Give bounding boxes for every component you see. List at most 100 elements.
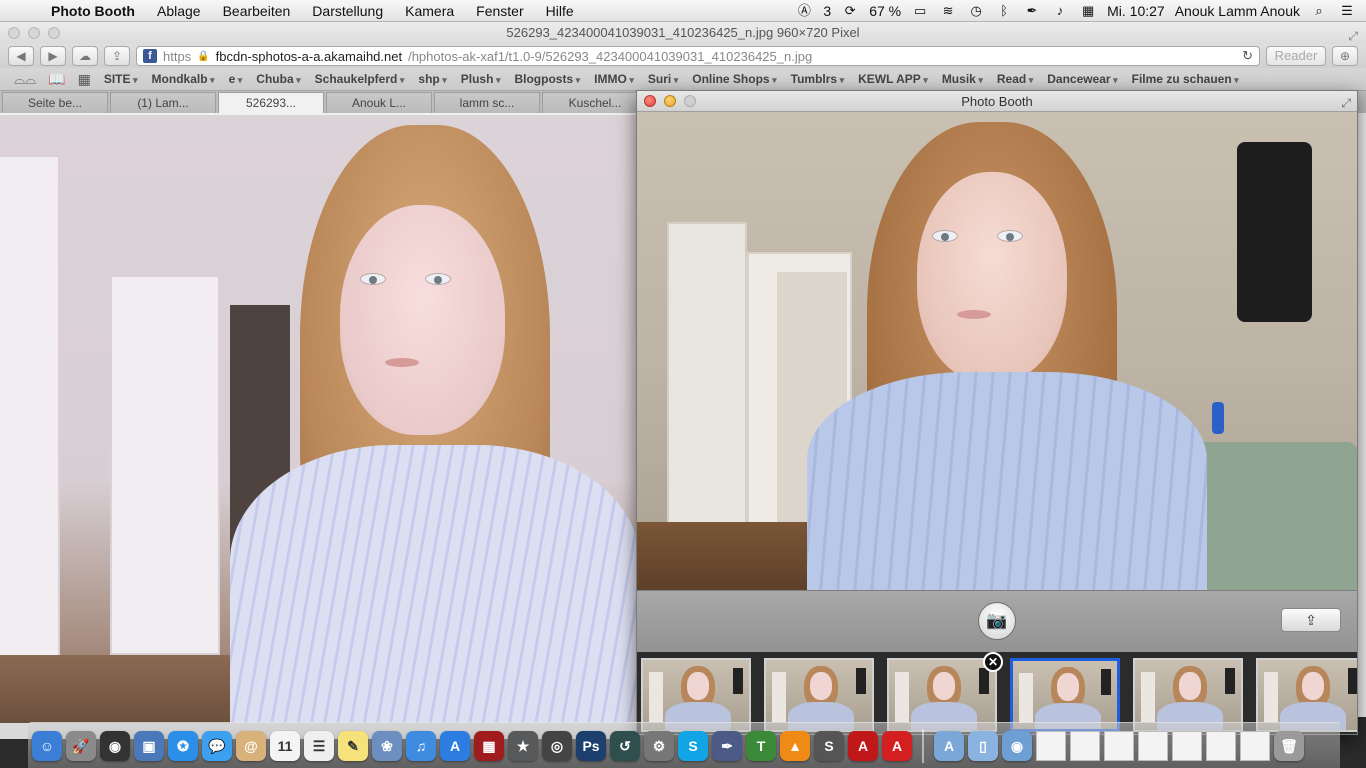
close-button[interactable] — [8, 27, 20, 39]
bookmark-read[interactable]: Read — [990, 72, 1040, 86]
menu-hilfe[interactable]: Hilfe — [535, 3, 585, 19]
minimized-window[interactable] — [1104, 730, 1134, 761]
minimized-window[interactable] — [1240, 730, 1270, 761]
finder-icon[interactable]: ☺ — [32, 730, 62, 761]
dashboard-icon[interactable]: ◉ — [100, 730, 130, 761]
battery-icon[interactable]: ▭ — [911, 3, 929, 19]
photo-thumbnail[interactable] — [1133, 658, 1243, 732]
time-machine-icon[interactable]: ↺ — [610, 730, 640, 761]
safari-icon[interactable]: ✪ — [168, 730, 198, 761]
bookmark-filme-zu-schauen[interactable]: Filme zu schauen — [1125, 72, 1246, 86]
sync-icon[interactable]: ⟳ — [841, 3, 859, 19]
volume-icon[interactable]: ♪ — [1051, 3, 1069, 19]
share-button[interactable]: ⇪ — [1281, 608, 1341, 632]
tutor-for-pages-icon[interactable]: T — [746, 730, 776, 761]
iphoto-icon[interactable]: ❀ — [372, 730, 402, 761]
photo-thumbnail[interactable] — [1256, 658, 1357, 732]
calendar-icon[interactable]: ▦ — [1079, 3, 1097, 19]
tab-lamm-1[interactable]: (1) Lam... — [110, 92, 216, 113]
bookmark-shp[interactable]: shp — [411, 72, 453, 86]
take-photo-button[interactable]: 📷 — [978, 602, 1016, 640]
fullscreen-icon[interactable]: ⤢ — [1348, 25, 1358, 47]
photo-thumbnail[interactable] — [1010, 658, 1120, 732]
bookmark-site[interactable]: SITE — [97, 72, 145, 86]
notification-center-icon[interactable]: ☰ — [1338, 3, 1356, 19]
address-bar[interactable]: f https 🔒 fbcdn-sphotos-a-a.akamaihd.net… — [136, 46, 1260, 66]
bookmark-plush[interactable]: Plush — [454, 72, 508, 86]
bookmark-tumblrs[interactable]: Tumblrs — [784, 72, 851, 86]
reload-icon[interactable]: ↻ — [1242, 48, 1253, 64]
preview-icon[interactable]: ▣ — [134, 730, 164, 761]
minimized-window[interactable] — [1206, 730, 1236, 761]
minimize-button[interactable] — [28, 27, 40, 39]
tab-kuschel[interactable]: Kuschel... — [542, 92, 648, 113]
scrivener-icon[interactable]: S — [814, 730, 844, 761]
photo-thumbnail[interactable] — [641, 658, 751, 732]
clock[interactable]: Mi. 10:27 — [1107, 3, 1165, 19]
bookmarks-icon[interactable]: 📖 — [42, 71, 71, 88]
bookmark-mondkalb[interactable]: Mondkalb — [145, 72, 222, 86]
bookmark-schaukelpferd[interactable]: Schaukelpferd — [308, 72, 412, 86]
share-icon[interactable]: ⇪ — [104, 46, 130, 66]
spotlight-search-icon[interactable]: ⌕ — [1310, 3, 1328, 19]
documents-folder-icon[interactable]: ▯ — [968, 730, 998, 761]
system-preferences-icon[interactable]: ⚙ — [644, 730, 674, 761]
photo-thumbnail[interactable] — [764, 658, 874, 732]
adobe-icon[interactable]: Ⓐ — [795, 3, 813, 19]
bookmark-immo[interactable]: IMMO — [587, 72, 641, 86]
tab-lamm-sc[interactable]: lamm sc... — [434, 92, 540, 113]
pen-tool-icon[interactable]: ✒ — [1023, 3, 1041, 19]
imovie-icon[interactable]: ★ — [508, 730, 538, 761]
bookmark-blogposts[interactable]: Blogposts — [507, 72, 587, 86]
applications-folder-icon[interactable]: A — [934, 730, 964, 761]
itunes-icon[interactable]: ♫ — [406, 730, 436, 761]
adobe-reader-icon[interactable]: A — [882, 730, 912, 761]
back-button[interactable]: ◀ — [8, 46, 34, 66]
bookmark-musik[interactable]: Musik — [935, 72, 990, 86]
menu-darstellung[interactable]: Darstellung — [301, 3, 394, 19]
menu-bearbeiten[interactable]: Bearbeiten — [212, 3, 302, 19]
acrobat-icon[interactable]: A — [848, 730, 878, 761]
bookmark-dancewear[interactable]: Dancewear — [1040, 72, 1124, 86]
bookmark-suri[interactable]: Suri — [641, 72, 685, 86]
photoshop-icon[interactable]: Ps — [576, 730, 606, 761]
launchpad-icon[interactable]: 🚀 — [66, 730, 96, 761]
forward-button[interactable]: ▶ — [40, 46, 66, 66]
calendar-icon[interactable]: 11 — [270, 730, 300, 761]
minimized-window[interactable] — [1070, 730, 1100, 761]
tab-anouk[interactable]: Anouk L... — [326, 92, 432, 113]
bookmark-e[interactable]: e — [222, 72, 250, 86]
menu-kamera[interactable]: Kamera — [394, 3, 465, 19]
delete-thumbnail-icon[interactable]: ✕ — [983, 652, 1003, 672]
photo-thumbnail[interactable] — [887, 658, 997, 732]
downloads-icon[interactable]: ⊕ — [1332, 46, 1358, 66]
reader-button[interactable]: Reader — [1266, 46, 1326, 66]
menu-ablage[interactable]: Ablage — [146, 3, 212, 19]
reading-list-icon[interactable]: ⌓⌓ — [8, 71, 42, 88]
mail-icon[interactable]: @ — [236, 730, 266, 761]
minimized-window[interactable] — [1138, 730, 1168, 761]
photo-booth-icon[interactable]: ▦ — [474, 730, 504, 761]
wifi-icon[interactable]: ≋ — [939, 3, 957, 19]
trash-icon[interactable]: 🗑 — [1274, 730, 1304, 761]
app-store-icon[interactable]: A — [440, 730, 470, 761]
skype-icon[interactable]: S — [678, 730, 708, 761]
fullscreen-icon[interactable]: ⤢ — [1341, 93, 1351, 114]
top-sites-icon[interactable]: ▦ — [72, 71, 97, 88]
pen-tool-icon[interactable]: ✒ — [712, 730, 742, 761]
zoom-button[interactable] — [48, 27, 60, 39]
close-button[interactable] — [644, 95, 656, 107]
tab-526293[interactable]: 526293... — [218, 92, 324, 113]
minimized-window[interactable] — [1172, 730, 1202, 761]
user-name[interactable]: Anouk Lamm Anouk — [1175, 3, 1300, 19]
time-machine-icon[interactable]: ◷ — [967, 3, 985, 19]
vlc-icon[interactable]: ▲ — [780, 730, 810, 761]
notes-icon[interactable]: ✎ — [338, 730, 368, 761]
menu-fenster[interactable]: Fenster — [465, 3, 534, 19]
menu-app-photo-booth[interactable]: Photo Booth — [40, 3, 146, 19]
icloud-tabs-icon[interactable]: ☁ — [72, 46, 98, 66]
bookmark-chuba[interactable]: Chuba — [249, 72, 307, 86]
zoom-button[interactable] — [684, 95, 696, 107]
minimize-button[interactable] — [664, 95, 676, 107]
aperture-icon[interactable]: ◎ — [542, 730, 572, 761]
